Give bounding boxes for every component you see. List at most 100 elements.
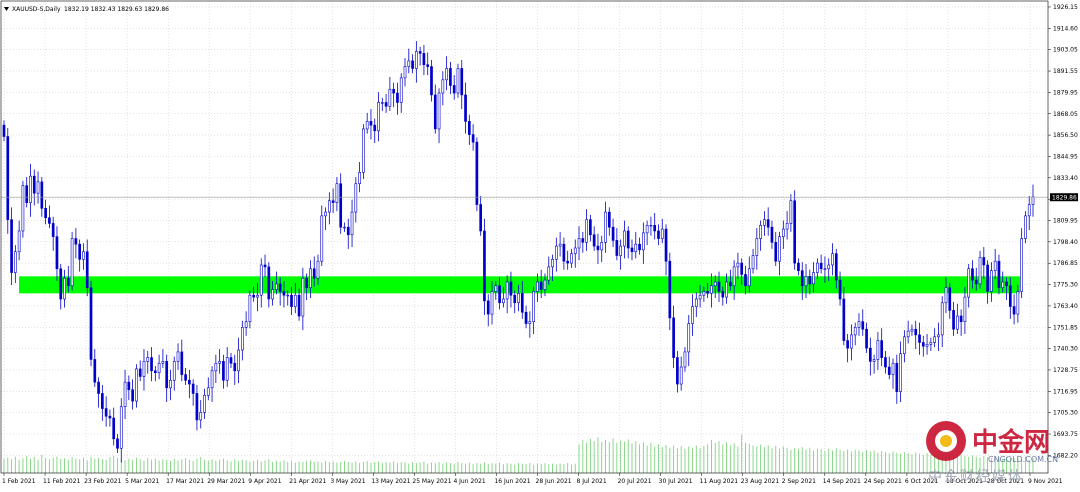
candle-body xyxy=(543,279,547,290)
candle-body xyxy=(679,366,683,385)
candle-body xyxy=(876,340,880,360)
candle-body xyxy=(1020,238,1023,292)
x-tick-label: 23 Aug 2021 xyxy=(741,478,780,485)
candle-body xyxy=(778,236,781,262)
candle-body xyxy=(683,351,687,368)
candle-body xyxy=(717,281,721,292)
candle-body xyxy=(93,359,97,383)
candle-body xyxy=(1005,281,1008,287)
candle-body xyxy=(44,207,47,219)
candle-body xyxy=(104,408,108,417)
candle-body xyxy=(411,60,414,69)
candle-body xyxy=(176,351,180,362)
candle-body xyxy=(293,294,297,307)
candle-body xyxy=(551,259,554,268)
candle-body xyxy=(464,94,467,122)
candle-body xyxy=(237,349,240,372)
candle-body xyxy=(763,219,766,226)
candle-body xyxy=(471,134,475,143)
candle-body xyxy=(169,379,172,389)
candle-body xyxy=(135,368,138,402)
x-tick-label: 25 May 2021 xyxy=(412,478,451,485)
candle-body xyxy=(751,255,755,270)
candle-body xyxy=(335,183,339,203)
y-tick-label: 1809.95 xyxy=(1053,218,1078,225)
x-tick-label: 4 Jun 2021 xyxy=(453,478,485,485)
candle-body xyxy=(415,51,418,69)
candle-body xyxy=(161,361,165,364)
y-tick-label: 1751.85 xyxy=(1053,324,1078,331)
candle-body xyxy=(59,268,63,300)
candle-body xyxy=(55,236,59,270)
candle-body xyxy=(449,68,452,86)
candle-body xyxy=(354,183,358,213)
candle-body xyxy=(486,300,490,315)
candle-body xyxy=(884,357,887,368)
candle-body xyxy=(872,359,876,362)
candle-body xyxy=(316,260,320,279)
candle-body xyxy=(558,243,562,247)
candle-body xyxy=(774,242,778,262)
x-tick-label: 8 Jul 2021 xyxy=(577,478,607,485)
candle-body xyxy=(422,53,426,65)
current-price-tag: 1829.86 xyxy=(1050,193,1078,201)
candle-body xyxy=(834,253,838,281)
candle-body xyxy=(324,211,327,217)
candle-body xyxy=(604,211,607,243)
candle-body xyxy=(861,321,865,330)
candle-body xyxy=(150,357,153,372)
candle-body xyxy=(827,264,831,270)
candle-body xyxy=(959,315,963,322)
candle-body xyxy=(630,247,634,253)
symbol-header: XAUUSD-S,Daily 1832.19 1832.43 1829.63 1… xyxy=(4,6,169,13)
y-tick-label: 1844.95 xyxy=(1053,153,1078,160)
candle-body xyxy=(702,291,706,296)
candle-body xyxy=(384,102,388,107)
candle-body xyxy=(528,321,532,324)
candle-body xyxy=(990,270,993,292)
x-tick-label: 23 Feb 2021 xyxy=(84,478,122,485)
candle-body xyxy=(974,279,978,285)
candle-body xyxy=(698,294,702,300)
candle-body xyxy=(229,357,233,364)
candle-body xyxy=(214,362,218,372)
candle-body xyxy=(781,228,785,237)
candle-body xyxy=(505,281,509,300)
candle-body xyxy=(290,294,293,307)
price-chart: 1926.15 1914.60 1903.05 1891.55 1879.95 1868.… xyxy=(0,0,1080,492)
y-tick-label: 1856.50 xyxy=(1053,132,1078,139)
candle-body xyxy=(21,185,25,232)
candle-body xyxy=(210,370,214,389)
candle-body xyxy=(736,262,740,268)
x-tick-label: 3 May 2021 xyxy=(330,478,365,485)
y-tick-label: 1798.40 xyxy=(1053,239,1078,246)
candle-body xyxy=(297,294,301,317)
candle-body xyxy=(547,266,551,281)
candle-body xyxy=(1024,215,1027,239)
candle-body xyxy=(206,387,210,396)
candle-body xyxy=(82,251,85,260)
candle-body xyxy=(914,328,918,336)
candle-body xyxy=(494,285,498,292)
candle-body xyxy=(532,291,535,322)
candle-body xyxy=(271,289,274,300)
x-tick-label: 5 Mar 2021 xyxy=(125,478,159,485)
candle-body xyxy=(350,211,354,236)
watermark-sub: 中金财经媒体 xyxy=(928,469,1024,485)
candle-body xyxy=(857,321,861,328)
candle-body xyxy=(611,226,615,241)
candle-body xyxy=(524,311,528,324)
candle-body xyxy=(388,88,392,107)
candle-body xyxy=(944,287,948,304)
candle-body xyxy=(1027,204,1031,217)
candle-body xyxy=(937,334,940,338)
candle-body xyxy=(842,298,846,341)
x-tick-label: 11 Aug 2021 xyxy=(700,478,739,485)
candle-body xyxy=(1016,291,1020,315)
y-tick-label: 1879.95 xyxy=(1053,89,1078,96)
x-tick-label: 2 Sep 2021 xyxy=(782,478,816,485)
candle-body xyxy=(112,417,116,440)
candle-body xyxy=(710,285,713,294)
candle-body xyxy=(585,219,588,243)
candle-body xyxy=(831,253,834,266)
